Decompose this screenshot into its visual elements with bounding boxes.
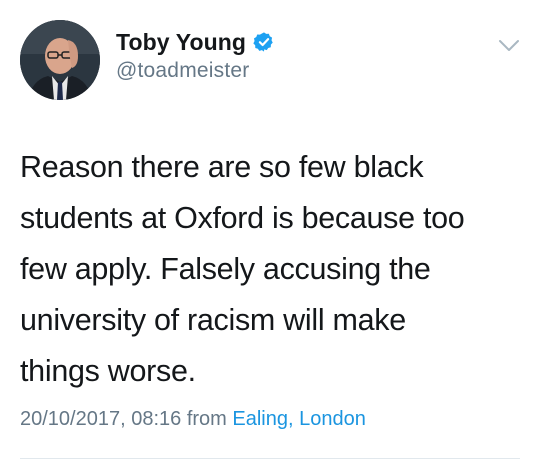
tweet-menu-button[interactable] — [497, 36, 521, 56]
tweet-location-link[interactable]: Ealing, London — [232, 408, 365, 430]
avatar[interactable] — [20, 20, 100, 100]
divider — [20, 458, 520, 459]
tweet-text-line: university of racism will make — [20, 303, 406, 337]
tweet-text-line: things worse. — [20, 354, 196, 388]
author-handle[interactable]: @toadmeister — [116, 59, 275, 83]
from-label: from — [186, 408, 227, 430]
profile-photo-icon — [20, 20, 100, 100]
tweet-meta: 20/10/2017, 08:16 from Ealing, London — [20, 408, 366, 431]
display-name-row: Toby Young — [116, 27, 275, 57]
chevron-down-icon — [499, 40, 519, 51]
tweet-text: Reason there are so few black students a… — [20, 142, 530, 397]
tweet-text-line: few apply. Falsely accusing the — [20, 252, 431, 286]
tweet-timestamp[interactable]: 20/10/2017, 08:16 — [20, 408, 181, 430]
display-name[interactable]: Toby Young — [116, 29, 246, 56]
tweet-card: Toby Young @toadmeister Reason there are… — [0, 0, 540, 468]
author-names: Toby Young @toadmeister — [116, 27, 275, 83]
tweet-text-line: students at Oxford is because too — [20, 201, 465, 235]
verified-badge-icon — [253, 31, 275, 53]
tweet-text-line: Reason there are so few black — [20, 150, 424, 184]
